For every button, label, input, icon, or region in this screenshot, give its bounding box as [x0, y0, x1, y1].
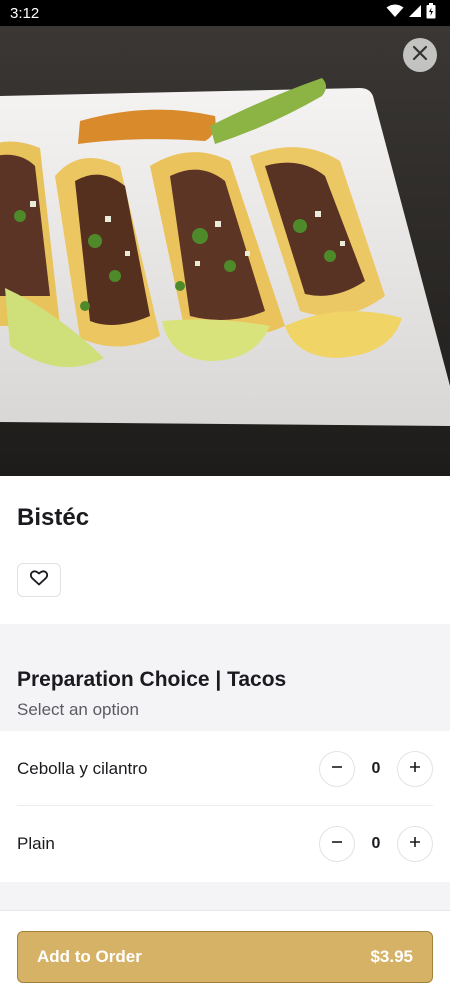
section-divider	[0, 882, 450, 910]
add-to-order-label: Add to Order	[37, 947, 142, 966]
wifi-icon	[386, 4, 404, 23]
status-icons	[386, 2, 436, 24]
decrement-button[interactable]	[319, 826, 355, 862]
option-label: Cebolla y cilantro	[17, 758, 148, 778]
section-title: Preparation Choice | Tacos	[17, 668, 287, 691]
quantity-stepper: 0	[319, 750, 433, 787]
food-image	[0, 26, 450, 476]
section-subtitle: Select an option	[17, 700, 139, 719]
minus-icon	[331, 760, 343, 778]
status-time: 3:12	[10, 4, 40, 22]
increment-button[interactable]	[397, 750, 433, 787]
quantity-stepper: 0	[319, 826, 433, 862]
signal-icon	[408, 4, 422, 23]
decrement-button[interactable]	[319, 750, 355, 787]
add-to-order-button[interactable]: Add to Order $3.95	[17, 931, 433, 983]
order-price: $3.95	[370, 947, 413, 966]
heart-icon	[29, 569, 49, 591]
battery-icon	[426, 2, 436, 24]
plus-icon	[409, 835, 421, 853]
status-bar: 3:12	[0, 0, 450, 26]
close-icon	[412, 45, 428, 66]
close-button[interactable]	[403, 38, 437, 72]
option-label: Plain	[17, 834, 55, 853]
favorite-button[interactable]	[17, 563, 61, 597]
minus-icon	[331, 835, 343, 853]
quantity-value: 0	[371, 759, 381, 777]
increment-button[interactable]	[397, 826, 433, 862]
option-row-plain: Plain 0	[17, 807, 433, 881]
option-row-cebolla: Cebolla y cilantro 0	[17, 732, 433, 806]
quantity-value: 0	[371, 835, 381, 852]
plus-icon	[409, 760, 421, 778]
item-title: Bistéc	[17, 504, 90, 531]
